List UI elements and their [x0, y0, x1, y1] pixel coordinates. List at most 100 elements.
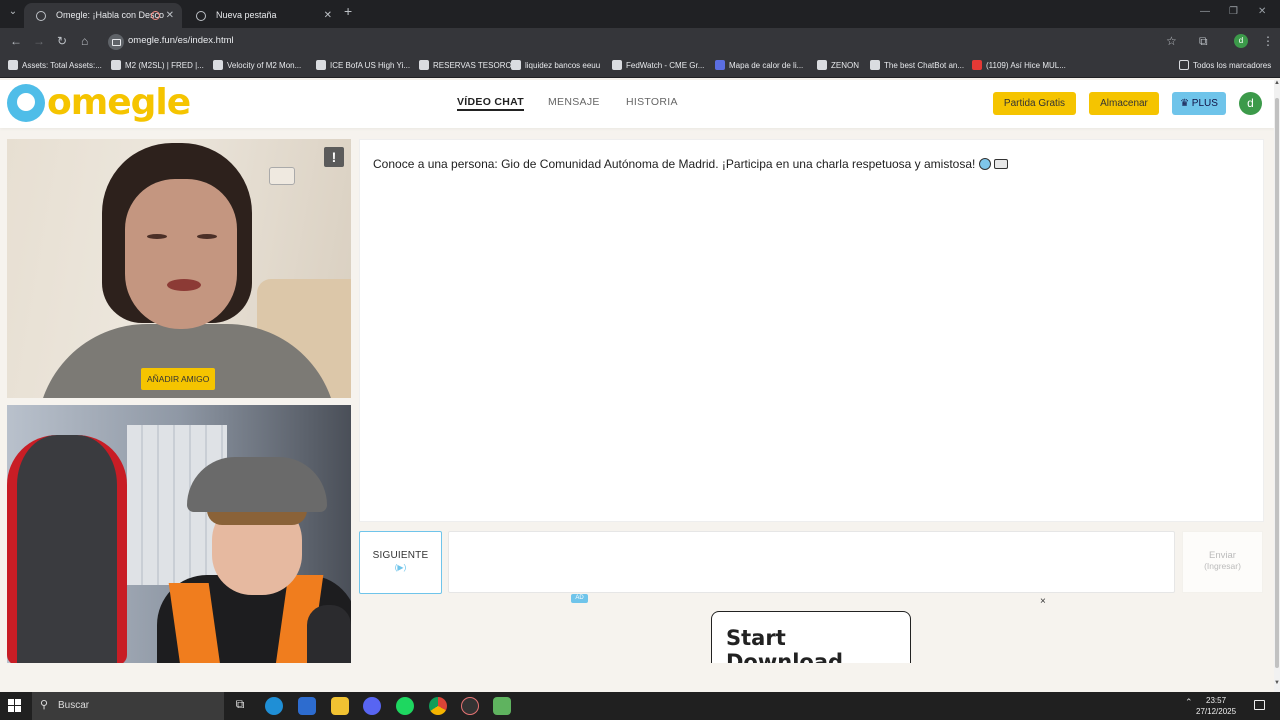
search-icon: ⚲: [40, 699, 49, 711]
send-label: Enviar: [1209, 550, 1236, 561]
download-ad-text: Start Download (Free): [726, 626, 844, 663]
tab-title: Nueva pestaña: [216, 10, 277, 20]
bookmark-item[interactable]: ZENON: [817, 60, 859, 70]
windows-start-icon[interactable]: [8, 699, 22, 713]
bookmark-item[interactable]: RESERVAS TESORO: [419, 60, 512, 70]
nav-history[interactable]: HISTORIA: [626, 96, 678, 108]
discord-icon[interactable]: [363, 697, 381, 715]
bookmark-item[interactable]: Velocity of M2 Mon...: [213, 60, 301, 70]
profile-avatar[interactable]: d: [1234, 34, 1248, 48]
obs-icon[interactable]: [461, 697, 479, 715]
self-video: [7, 405, 351, 663]
edge-icon[interactable]: [265, 697, 283, 715]
stranger-face: [125, 179, 237, 329]
scroll-thumb[interactable]: [1275, 98, 1279, 668]
close-tab-icon[interactable]: ✕: [324, 3, 332, 28]
logo-bubble-icon: [7, 84, 45, 122]
bookmark-item[interactable]: M2 (M2SL) | FRED |...: [111, 60, 204, 70]
bookmark-favicon-icon: [612, 60, 622, 70]
next-hint: (▶): [394, 563, 407, 572]
bookmark-item[interactable]: Assets: Total Assets:...: [8, 60, 102, 70]
send-button[interactable]: Enviar (Ingresar): [1182, 531, 1263, 593]
add-friend-button[interactable]: AÑADIR AMIGO: [141, 368, 216, 390]
scroll-up-icon[interactable]: ▲: [1274, 80, 1280, 92]
gaming-chair: [7, 435, 127, 663]
browser-tab-strip: ⌄ Omegle: ¡Habla con Desco ✕ Nueva pesta…: [0, 0, 1280, 28]
recording-icon: [151, 11, 160, 20]
nav-video-chat[interactable]: VÍDEO CHAT: [457, 96, 524, 111]
bookmark-item[interactable]: liquidez bancos eeuu: [511, 60, 600, 70]
menu-dots-icon[interactable]: ⋮: [1262, 34, 1274, 48]
address-bar[interactable]: omegle.fun/es/index.html: [104, 31, 1164, 53]
extensions-icon[interactable]: ⧉: [1199, 34, 1208, 49]
browser-toolbar: ← → ↻ ⌂ omegle.fun/es/index.html ☆ ⧉ ⋮: [0, 28, 1280, 56]
site-header: omegle VÍDEO CHAT MENSAJE HISTORIA Parti…: [0, 80, 1274, 128]
tab-omegle[interactable]: Omegle: ¡Habla con Desco ✕: [24, 3, 182, 28]
bookmark-favicon-icon: [870, 60, 880, 70]
stranger-mouth: [167, 279, 201, 291]
download-ad-button[interactable]: Start Download (Free): [711, 611, 911, 663]
globe-icon: [36, 11, 46, 21]
taskbar-clock[interactable]: 23:57 27/12/2025: [1196, 695, 1236, 717]
next-button[interactable]: SIGUIENTE (▶): [359, 531, 442, 594]
globe-emoji-icon: [979, 158, 992, 170]
tray-chevron-icon[interactable]: ⌃: [1185, 697, 1193, 708]
search-placeholder: Buscar: [58, 700, 90, 711]
home-icon[interactable]: ⌂: [81, 34, 88, 48]
bookmark-favicon-icon: [213, 60, 223, 70]
stranger-video: ! AÑADIR AMIGO: [7, 139, 351, 398]
ad-close-button[interactable]: ×: [1040, 596, 1046, 607]
video-background-lamp: [269, 167, 295, 185]
send-hint: (Ingresar): [1204, 561, 1241, 571]
bookmark-favicon-icon: [419, 60, 429, 70]
taskbar-search[interactable]: ⚲ Buscar: [32, 692, 224, 720]
page-scrollbar[interactable]: ▲ ▼: [1274, 80, 1280, 692]
forward-icon[interactable]: →: [33, 34, 45, 48]
bookmark-item[interactable]: (1109) Así Hice MUL...: [972, 60, 1066, 70]
chrome-icon[interactable]: [429, 697, 447, 715]
bookmark-item[interactable]: ICE BofA US High Yi...: [316, 60, 410, 70]
folder-icon: [1179, 60, 1189, 70]
bookmark-favicon-icon: [111, 60, 121, 70]
stranger-eye: [197, 234, 217, 239]
tab-title: Omegle: ¡Habla con Desco: [56, 10, 165, 20]
all-bookmarks-folder[interactable]: Todos los marcadores: [1179, 60, 1271, 70]
task-view-icon[interactable]: ⧉: [231, 697, 249, 715]
tab-new-tab[interactable]: Nueva pestaña ✕: [184, 3, 340, 28]
next-label: SIGUIENTE: [372, 550, 429, 561]
nav-message[interactable]: MENSAJE: [548, 96, 600, 108]
site-info-icon[interactable]: [108, 34, 124, 50]
laptop-emoji-icon: [994, 159, 1009, 169]
message-input[interactable]: [448, 531, 1175, 593]
self-cap: [187, 457, 327, 512]
bookmark-favicon-icon: [8, 60, 18, 70]
bookmark-item[interactable]: FedWatch - CME Gr...: [612, 60, 704, 70]
minecraft-icon[interactable]: [493, 697, 511, 715]
clock-date: 27/12/2025: [1196, 707, 1237, 716]
store-button[interactable]: Almacenar: [1089, 92, 1159, 115]
report-button[interactable]: !: [324, 147, 344, 167]
minimize-icon[interactable]: —: [1200, 6, 1210, 17]
reload-icon[interactable]: ↻: [57, 34, 67, 48]
new-tab-button[interactable]: +: [344, 3, 352, 19]
bookmark-item[interactable]: The best ChatBot an...: [870, 60, 964, 70]
close-window-icon[interactable]: ✕: [1258, 6, 1266, 17]
user-avatar[interactable]: d: [1239, 92, 1262, 115]
plus-button[interactable]: ♛ PLUS: [1172, 92, 1226, 115]
logo-text: omegle: [47, 82, 191, 123]
bookmarks-bar: Assets: Total Assets:... M2 (M2SL) | FRE…: [0, 56, 1280, 78]
bookmark-star-icon[interactable]: ☆: [1166, 34, 1177, 48]
free-game-button[interactable]: Partida Gratis: [993, 92, 1076, 115]
tab-search-icon[interactable]: ⌄: [4, 6, 22, 22]
intro-message: Conoce a una persona: Gio de Comunidad A…: [373, 157, 1009, 171]
store-app-icon[interactable]: [298, 697, 316, 715]
restore-icon[interactable]: ❐: [1229, 6, 1238, 17]
ad-badge: AD: [571, 594, 588, 603]
close-tab-icon[interactable]: ✕: [166, 3, 174, 28]
notification-icon[interactable]: [1254, 700, 1265, 710]
bookmark-item[interactable]: Mapa de calor de li...: [715, 60, 803, 70]
scroll-down-icon[interactable]: ▼: [1274, 680, 1280, 692]
file-explorer-icon[interactable]: [331, 697, 349, 715]
back-icon[interactable]: ←: [10, 34, 22, 48]
spotify-icon[interactable]: [396, 697, 414, 715]
